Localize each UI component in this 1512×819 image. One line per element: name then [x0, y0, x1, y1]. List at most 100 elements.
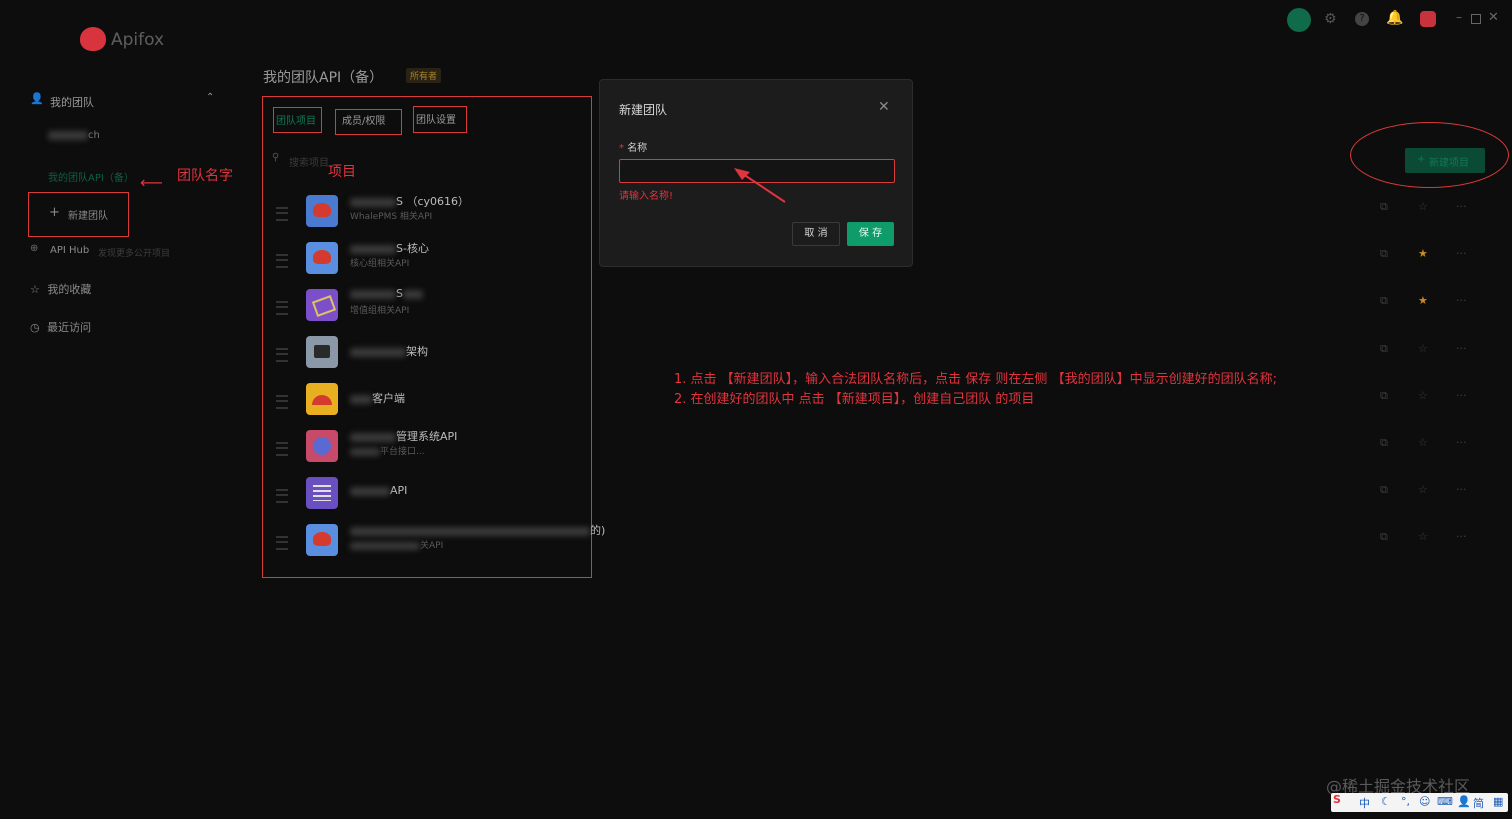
punct-icon[interactable]: °, — [1401, 795, 1410, 808]
project-row[interactable]: S （cy0616） WhalePMS 相关API — [274, 195, 584, 235]
project-row[interactable]: S 增值组相关API — [274, 287, 584, 329]
modal-close-icon[interactable]: ✕ — [878, 99, 890, 115]
project-row[interactable]: 的) 关API — [274, 524, 605, 564]
share-icon[interactable]: ⧉ — [1380, 247, 1388, 261]
drag-handle-icon[interactable] — [276, 489, 288, 503]
project-avatar — [306, 336, 338, 368]
project-actions: ⧉ ★ ··· — [1378, 294, 1478, 308]
project-actions: ⧉ ☆ ··· — [1378, 342, 1478, 356]
red-arrow-annotation-icon — [734, 168, 786, 203]
sidebar-team-item[interactable]: ch — [48, 130, 100, 141]
drag-handle-icon[interactable] — [276, 395, 288, 409]
drag-handle-icon[interactable] — [276, 207, 288, 221]
sidebar-team-item-active[interactable]: 我的团队API（备） — [48, 169, 134, 184]
project-row[interactable]: 管理系统API 平台接口... — [274, 430, 584, 470]
close-window-icon[interactable]: ✕ — [1488, 10, 1499, 25]
project-row[interactable]: 架构 — [274, 336, 584, 376]
ime-toolbar[interactable]: S 中 ☾ °, ☺ ⌨ 👤 简 ▦ — [1331, 793, 1508, 812]
search-input[interactable]: ⚲ 搜索项目 — [272, 152, 372, 170]
emoji-icon[interactable]: ☺ — [1419, 795, 1430, 808]
star-icon[interactable]: ☆ — [1418, 342, 1428, 355]
share-icon[interactable]: ⧉ — [1380, 436, 1388, 450]
share-icon[interactable]: ⧉ — [1380, 200, 1388, 214]
share-icon[interactable]: ⧉ — [1380, 530, 1388, 544]
sidebar-my-team[interactable]: 👤 我的团队 ⌃ — [30, 92, 220, 110]
more-icon[interactable]: ··· — [1456, 436, 1467, 449]
share-icon[interactable]: ⧉ — [1380, 389, 1388, 403]
page-title: 我的团队API（备） — [263, 70, 384, 86]
moon-icon[interactable]: ☾ — [1381, 795, 1391, 808]
more-icon[interactable]: ··· — [1456, 342, 1467, 355]
drag-handle-icon[interactable] — [276, 536, 288, 550]
maximize-icon[interactable] — [1471, 14, 1481, 24]
star-icon[interactable]: ☆ — [1418, 483, 1428, 496]
project-subtitle: 核心组相关API — [350, 259, 410, 269]
sidebar-my-team-label: 我的团队 — [50, 96, 94, 109]
project-actions: ⧉ ☆ ··· — [1378, 530, 1478, 544]
avatar[interactable] — [1420, 11, 1436, 27]
app-name: Apifox — [111, 30, 165, 50]
sync-icon[interactable] — [1287, 8, 1311, 32]
star-icon[interactable]: ☆ — [1418, 436, 1428, 449]
chevron-up-icon[interactable]: ⌃ — [206, 92, 214, 103]
annotation-project: 项目 — [328, 164, 356, 180]
project-row[interactable]: 客户端 — [274, 383, 584, 423]
project-subtitle: 增值组相关API — [350, 306, 410, 316]
star-icon[interactable]: ☆ — [1418, 389, 1428, 402]
name-error: 请输入名称! — [619, 191, 674, 202]
minimize-icon[interactable]: – — [1456, 10, 1462, 24]
share-icon[interactable]: ⧉ — [1380, 483, 1388, 497]
tab-members[interactable]: 成员/权限 — [335, 109, 402, 135]
grid-icon[interactable]: ▦ — [1493, 795, 1503, 808]
star-filled-icon[interactable]: ★ — [1418, 247, 1428, 260]
project-title: 架构 — [406, 345, 428, 358]
ime-simplified[interactable]: 简 — [1473, 795, 1484, 811]
bell-icon[interactable]: 🔔 — [1386, 10, 1403, 26]
sidebar-api-hub[interactable]: ⊕ API Hub 发现更多公开项目 — [30, 243, 230, 260]
help-icon[interactable]: ? — [1355, 12, 1369, 26]
save-button[interactable]: 保 存 — [847, 222, 894, 246]
search-placeholder: 搜索项目 — [289, 158, 329, 169]
more-icon[interactable]: ··· — [1456, 247, 1467, 260]
sidebar-recent[interactable]: ◷ 最近访问 — [30, 319, 91, 335]
star-filled-icon[interactable]: ★ — [1418, 294, 1428, 307]
sidebar-favorites[interactable]: ☆ 我的收藏 — [30, 281, 91, 297]
project-actions: ⧉ ★ ··· — [1378, 247, 1478, 261]
cancel-button[interactable]: 取 消 — [792, 222, 840, 246]
user-icon[interactable]: 👤 — [1457, 795, 1471, 808]
more-icon[interactable]: ··· — [1456, 294, 1467, 307]
drag-handle-icon[interactable] — [276, 348, 288, 362]
new-team-label: 新建团队 — [68, 211, 108, 222]
star-icon[interactable]: ☆ — [1418, 530, 1428, 543]
tab-team-projects[interactable]: 团队项目 — [273, 107, 322, 133]
drag-handle-icon[interactable] — [276, 301, 288, 315]
project-avatar — [306, 195, 338, 227]
share-icon[interactable]: ⧉ — [1380, 294, 1388, 308]
api-hub-icon: ⊕ — [30, 243, 39, 254]
more-icon[interactable]: ··· — [1456, 389, 1467, 402]
star-icon[interactable]: ☆ — [1418, 200, 1428, 213]
share-icon[interactable]: ⧉ — [1380, 342, 1388, 356]
project-avatar — [306, 430, 338, 462]
drag-handle-icon[interactable] — [276, 442, 288, 456]
new-team-button[interactable]: + 新建团队 — [28, 192, 129, 237]
project-row[interactable]: S-核心 核心组相关API — [274, 242, 584, 282]
project-title: 客户端 — [372, 392, 405, 405]
project-avatar — [306, 477, 338, 509]
tab-settings[interactable]: 团队设置 — [413, 106, 467, 133]
more-icon[interactable]: ··· — [1456, 200, 1467, 213]
red-arrow-left-icon: ⟵ — [140, 173, 163, 192]
api-hub-label: API Hub — [50, 245, 90, 256]
keyboard-icon[interactable]: ⌨ — [1437, 795, 1453, 808]
user-icon: 👤 — [30, 92, 44, 105]
clock-icon: ◷ — [30, 321, 40, 334]
project-row[interactable]: API — [274, 477, 584, 517]
project-title: S-核心 — [396, 242, 429, 255]
ime-mode[interactable]: 中 — [1359, 795, 1370, 811]
apifox-logo-icon — [80, 27, 106, 51]
more-icon[interactable]: ··· — [1456, 483, 1467, 496]
gear-icon[interactable]: ⚙ — [1324, 11, 1337, 27]
more-icon[interactable]: ··· — [1456, 530, 1467, 543]
drag-handle-icon[interactable] — [276, 254, 288, 268]
recent-label: 最近访问 — [47, 321, 92, 334]
